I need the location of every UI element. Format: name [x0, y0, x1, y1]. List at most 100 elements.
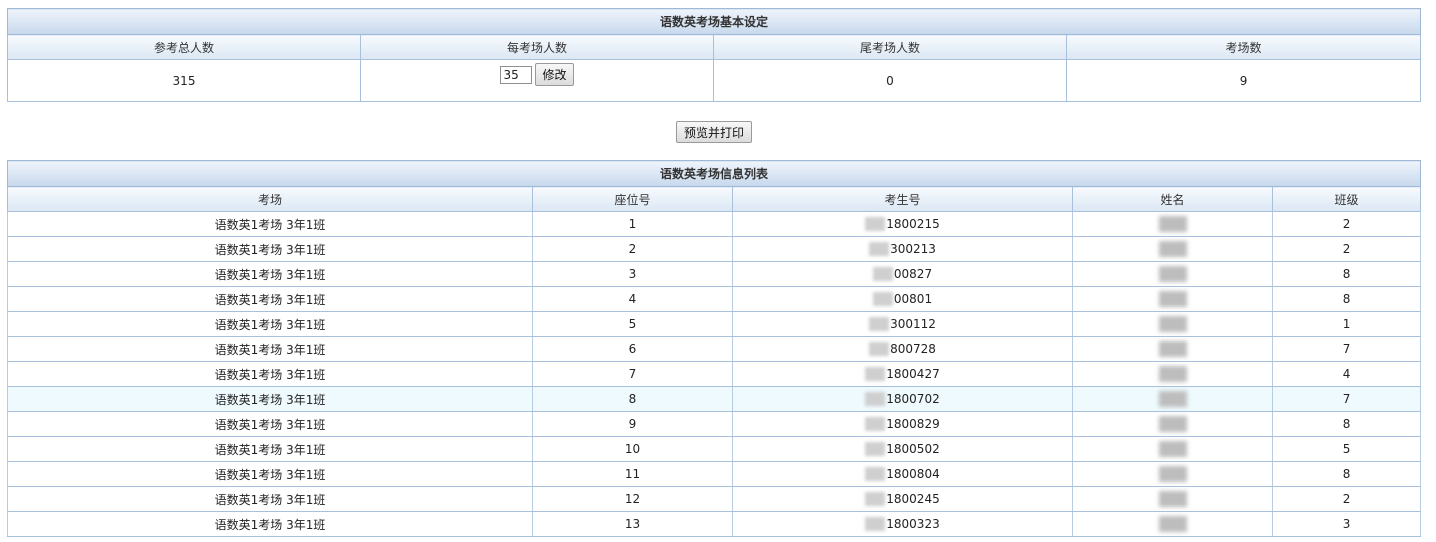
room-cell: 语数英1考场 3年1班: [7, 486, 533, 512]
redaction-mark: [1158, 416, 1187, 432]
exam-id-cell: 1800245: [732, 486, 1073, 512]
table-row[interactable]: 语数英1考场 3年1班 9 1800829 8: [7, 411, 1422, 437]
redaction-mark: [865, 392, 886, 407]
list-title-row: 语数英考场信息列表: [6, 160, 1422, 187]
seat-cell: 5: [532, 311, 733, 337]
header-exam-id: 考生号: [732, 186, 1073, 212]
class-cell: 8: [1271, 286, 1422, 312]
class-cell: 5: [1271, 436, 1422, 462]
table-row[interactable]: 语数英1考场 3年1班 13 1800323 3: [7, 511, 1422, 537]
header-per-room: 每考场人数: [360, 34, 714, 60]
redaction-mark: [1158, 266, 1187, 282]
seat-cell: 8: [532, 386, 733, 412]
redaction-mark: [1158, 441, 1187, 457]
seat-cell: 9: [532, 411, 733, 437]
settings-value-row: 315 修改 0 9: [7, 59, 1422, 102]
name-cell: [1072, 286, 1273, 312]
room-cell: 语数英1考场 3年1班: [7, 461, 533, 487]
exam-id-text: 1800427: [886, 366, 940, 381]
per-room-input[interactable]: [500, 65, 533, 84]
redaction-mark: [865, 217, 886, 232]
header-total-examinees: 参考总人数: [7, 34, 361, 60]
redaction-mark: [1158, 241, 1187, 257]
settings-title: 语数英考场基本设定: [6, 8, 1422, 35]
redaction-mark: [1158, 291, 1187, 307]
name-cell: [1072, 311, 1273, 337]
redaction-mark: [1158, 316, 1187, 332]
name-cell: [1072, 236, 1273, 262]
seat-cell: 6: [532, 336, 733, 362]
class-cell: 8: [1271, 411, 1422, 437]
seat-cell: 13: [532, 511, 733, 537]
seat-cell: 3: [532, 261, 733, 287]
class-cell: 8: [1271, 461, 1422, 487]
modify-button[interactable]: 修改: [535, 63, 574, 86]
room-cell: 语数英1考场 3年1班: [7, 361, 533, 387]
header-name: 姓名: [1072, 186, 1273, 212]
exam-id-cell: 300112: [732, 311, 1073, 337]
table-row[interactable]: 语数英1考场 3年1班 3 00827 8: [7, 261, 1422, 287]
redaction-mark: [1158, 341, 1187, 357]
seat-cell: 2: [532, 236, 733, 262]
table-row[interactable]: 语数英1考场 3年1班 4 00801 8: [7, 286, 1422, 312]
redaction-mark: [865, 442, 886, 457]
exam-id-cell: 1800829: [732, 411, 1073, 437]
redaction-mark: [865, 467, 886, 482]
class-cell: 3: [1271, 511, 1422, 537]
name-cell: [1072, 486, 1273, 512]
table-row[interactable]: 语数英1考场 3年1班 6 800728 7: [7, 336, 1422, 362]
table-row[interactable]: 语数英1考场 3年1班 7 1800427 4: [7, 361, 1422, 387]
exam-list-table: 语数英考场信息列表 考场 座位号 考生号 姓名 班级 语数英1考场 3年1班 1 1…: [6, 160, 1422, 537]
seat-cell: 4: [532, 286, 733, 312]
per-room-cell: 修改: [360, 59, 714, 102]
exam-id-text: 800728: [890, 341, 936, 356]
exam-list-body: 语数英1考场 3年1班 1 1800215 2 语数英1考场 3年1班 2 300213 2 语…: [7, 211, 1422, 537]
name-cell: [1072, 361, 1273, 387]
exam-id-text: 1800245: [886, 491, 940, 506]
room-cell: 语数英1考场 3年1班: [7, 386, 533, 412]
class-cell: 2: [1271, 211, 1422, 237]
redaction-mark: [1158, 516, 1187, 532]
class-cell: 2: [1271, 486, 1422, 512]
name-cell: [1072, 511, 1273, 537]
class-cell: 2: [1271, 236, 1422, 262]
exam-id-cell: 800728: [732, 336, 1073, 362]
room-cell: 语数英1考场 3年1班: [7, 261, 533, 287]
list-title: 语数英考场信息列表: [6, 160, 1422, 187]
redaction-mark: [1158, 216, 1187, 232]
table-row[interactable]: 语数英1考场 3年1班 1 1800215 2: [7, 211, 1422, 237]
preview-print-button[interactable]: 预览并打印: [676, 121, 753, 143]
class-cell: 8: [1271, 261, 1422, 287]
exam-id-text: 1800215: [886, 216, 940, 231]
exam-id-text: 1800502: [886, 441, 940, 456]
redaction-mark: [869, 242, 890, 257]
class-cell: 7: [1271, 336, 1422, 362]
exam-id-cell: 1800702: [732, 386, 1073, 412]
table-row[interactable]: 语数英1考场 3年1班 11 1800804 8: [7, 461, 1422, 487]
seat-cell: 1: [532, 211, 733, 237]
name-cell: [1072, 336, 1273, 362]
table-row[interactable]: 语数英1考场 3年1班 10 1800502 5: [7, 436, 1422, 462]
exam-id-cell: 00801: [732, 286, 1073, 312]
room-cell: 语数英1考场 3年1班: [7, 211, 533, 237]
room-cell: 语数英1考场 3年1班: [7, 411, 533, 437]
table-row[interactable]: 语数英1考场 3年1班 8 1800702 7: [7, 386, 1422, 412]
header-last-room: 尾考场人数: [713, 34, 1067, 60]
class-cell: 4: [1271, 361, 1422, 387]
exam-id-cell: 1800323: [732, 511, 1073, 537]
settings-table: 语数英考场基本设定 参考总人数 每考场人数 尾考场人数 考场数 315 修改 0…: [6, 8, 1422, 102]
table-row[interactable]: 语数英1考场 3年1班 12 1800245 2: [7, 486, 1422, 512]
exam-id-text: 1800702: [886, 391, 940, 406]
exam-id-text: 00827: [893, 266, 933, 281]
total-examinees-value: 315: [7, 59, 361, 102]
table-row[interactable]: 语数英1考场 3年1班 2 300213 2: [7, 236, 1422, 262]
redaction-mark: [869, 342, 890, 357]
exam-id-text: 1800804: [886, 466, 940, 481]
redaction-mark: [1158, 366, 1187, 382]
seat-cell: 10: [532, 436, 733, 462]
header-seat: 座位号: [532, 186, 733, 212]
per-room-editor: 修改: [500, 63, 574, 86]
table-row[interactable]: 语数英1考场 3年1班 5 300112 1: [7, 311, 1422, 337]
room-cell: 语数英1考场 3年1班: [7, 311, 533, 337]
exam-id-cell: 00827: [732, 261, 1073, 287]
